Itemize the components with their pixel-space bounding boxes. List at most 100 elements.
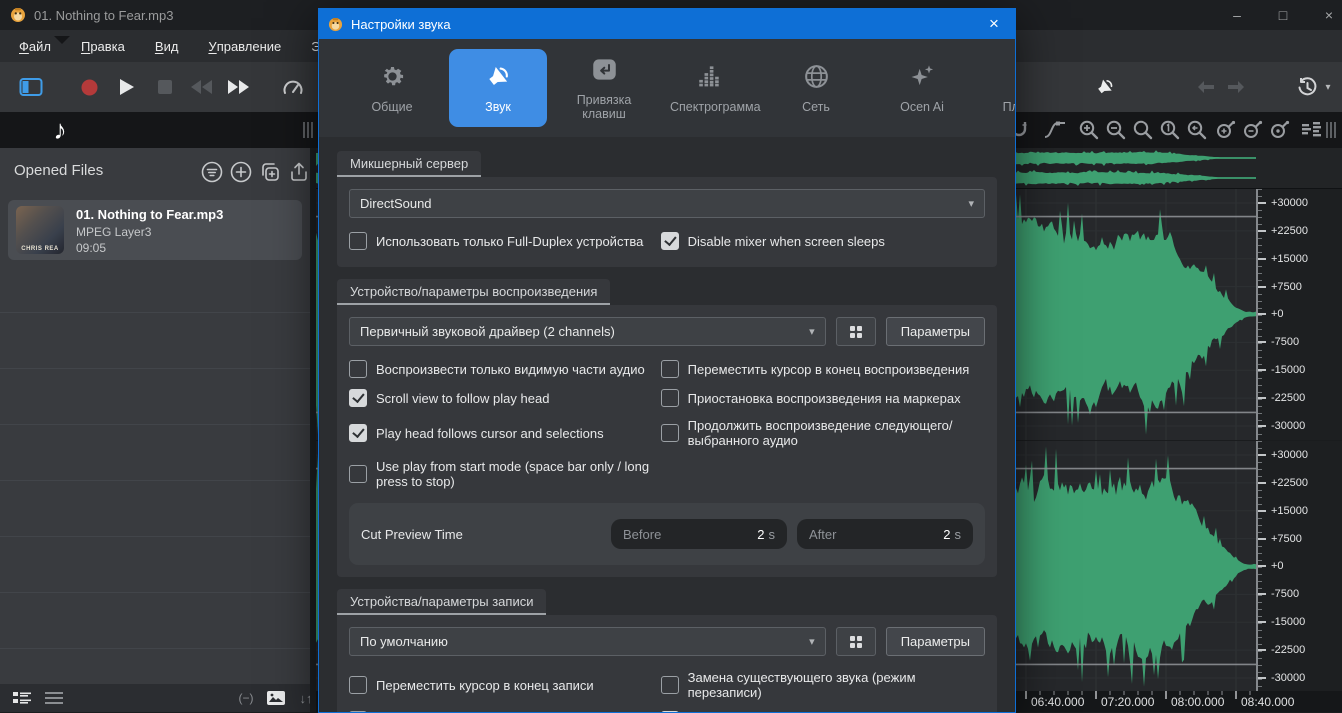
active-tab-pointer: [54, 36, 70, 44]
history-caret-icon[interactable]: ▾: [1320, 62, 1336, 112]
zoom-out-icon[interactable]: [1103, 117, 1129, 143]
opened-files-panel: Opened Files CHRIS REA 01. Nothing to Fe…: [0, 148, 310, 712]
checkbox-disable-mixer-sleep[interactable]: Disable mixer when screen sleeps: [661, 232, 985, 250]
app-icon: [10, 7, 26, 23]
toolbar-grip[interactable]: [303, 122, 315, 138]
play-button[interactable]: [112, 62, 142, 112]
export-icon[interactable]: [287, 160, 311, 184]
amplitude-tick: -7500: [1258, 337, 1342, 347]
maximize-button[interactable]: □: [1260, 0, 1306, 30]
level-meters-icon[interactable]: [1298, 117, 1324, 143]
file-list-rows: [0, 312, 310, 653]
checkbox-cursor-to-end-playback[interactable]: Переместить курсор в конец воспроизведен…: [661, 360, 985, 378]
add-file-icon[interactable]: [229, 160, 253, 184]
envelope-tool-icon[interactable]: [1042, 117, 1068, 143]
checkbox-full-duplex[interactable]: Использовать только Full-Duplex устройст…: [349, 232, 661, 250]
cut-preview-before-field[interactable]: Before 2 s: [611, 519, 787, 549]
amplitude-tick: +22500: [1258, 478, 1342, 488]
vertical-zoom-reset-icon[interactable]: [1267, 117, 1293, 143]
recording-params-button[interactable]: Параметры: [886, 627, 985, 656]
menu-control[interactable]: Управление: [193, 30, 296, 62]
sound-icon: [483, 62, 513, 92]
loop-selection-icon[interactable]: (−): [236, 688, 256, 708]
grid-icon: [850, 636, 862, 648]
zoom-in-icon[interactable]: [1076, 117, 1102, 143]
checkbox-pause-on-markers[interactable]: Приостановка воспроизведения на маркерах: [661, 389, 985, 407]
tab-network[interactable]: Сеть: [767, 49, 865, 127]
checkbox-replace-existing-audio[interactable]: Замена существующего звука (режим переза…: [661, 670, 985, 700]
dialog-app-icon: [328, 17, 343, 32]
zoom-previous-icon[interactable]: [1184, 117, 1210, 143]
section-playback: Устройство/параметры воспроизведения Пер…: [337, 279, 997, 577]
recording-device-dropdown[interactable]: По умолчанию ▾: [349, 627, 826, 656]
playback-device-grid-button[interactable]: [836, 317, 876, 346]
menu-view[interactable]: Вид: [140, 30, 194, 62]
redo-icon[interactable]: [1223, 62, 1249, 112]
amplitude-ruler-right[interactable]: +30000+22500+15000+7500+0-7500-15000-225…: [1256, 441, 1342, 692]
stop-button[interactable]: [150, 62, 180, 112]
tab-sound[interactable]: Звук: [449, 49, 547, 127]
amplitude-tick: +30000: [1258, 450, 1342, 460]
record-button[interactable]: [74, 62, 104, 112]
zoom-selection-icon[interactable]: [1130, 117, 1156, 143]
toolbar-grip-right[interactable]: [1326, 122, 1338, 138]
audio-tab[interactable]: ♪: [28, 112, 92, 148]
checkbox-playhead-follows-cursor[interactable]: Play head follows cursor and selections: [349, 418, 661, 448]
section-title: Устройство/параметры воспроизведения: [337, 279, 610, 305]
cut-preview-after-field[interactable]: After 2 s: [797, 519, 973, 549]
amplitude-tick: +0: [1258, 309, 1342, 319]
sparkles-icon: [908, 62, 936, 92]
tab-spectrogram[interactable]: Спектрограмма: [661, 49, 759, 127]
checkbox-cursor-to-end-recording[interactable]: Переместить курсор в конец записи: [349, 670, 661, 700]
list-detailed-icon[interactable]: [12, 688, 32, 708]
vertical-zoom-out-icon[interactable]: [1240, 117, 1266, 143]
amplitude-ruler-left[interactable]: +30000+22500+15000+7500+0-7500-15000-225…: [1256, 189, 1342, 440]
minimize-button[interactable]: –: [1214, 0, 1260, 30]
close-button[interactable]: ×: [1306, 0, 1342, 30]
checkbox-scroll-follow-playhead[interactable]: Scroll view to follow play head: [349, 389, 661, 407]
recording-device-grid-button[interactable]: [836, 627, 876, 656]
chevron-down-icon: ▾: [809, 325, 815, 338]
undo-icon[interactable]: [1193, 62, 1219, 112]
menu-edit[interactable]: Правка: [66, 30, 140, 62]
sound-device-icon[interactable]: [1090, 62, 1120, 112]
sound-settings-dialog: Настройки звука × Общие Звук Привязка: [318, 8, 1016, 713]
puzzle-icon: [1015, 62, 1017, 92]
checkbox-play-from-start-mode[interactable]: Use play from start mode (space bar only…: [349, 459, 661, 489]
dialog-close-button[interactable]: ×: [973, 9, 1015, 39]
dialog-title: Настройки звука: [351, 17, 451, 32]
tab-ocen-ai[interactable]: Ocen Ai: [873, 49, 971, 127]
duplicate-icon[interactable]: [258, 160, 282, 184]
sidebar-status-bar: (−) ↓↑: [0, 684, 310, 712]
fast-forward-button[interactable]: [222, 62, 256, 112]
previous-button[interactable]: [185, 62, 219, 112]
mixer-server-dropdown[interactable]: DirectSound ▾: [349, 189, 985, 218]
tab-plugins[interactable]: Плагины: [979, 49, 1016, 127]
zoom-one-icon[interactable]: [1157, 117, 1183, 143]
checkbox-play-visible-only[interactable]: Воспроизвести только видимую части аудио: [349, 360, 661, 378]
history-icon[interactable]: [1294, 62, 1320, 112]
opened-files-title: Opened Files: [14, 162, 103, 179]
show-art-icon[interactable]: [266, 688, 286, 708]
amplitude-tick: +15000: [1258, 254, 1342, 264]
amplitude-tick: -22500: [1258, 645, 1342, 655]
dialog-title-bar: Настройки звука ×: [319, 9, 1015, 39]
playback-speed-icon[interactable]: [278, 62, 308, 112]
spectrogram-icon: [697, 62, 724, 92]
list-compact-icon[interactable]: [44, 688, 64, 708]
amplitude-tick: -22500: [1258, 393, 1342, 403]
checkbox-continue-next-audio[interactable]: Продолжить воспроизведение следующего/вы…: [661, 418, 985, 448]
menu-file[interactable]: Файл: [4, 30, 66, 62]
settings-body: Микшерный сервер DirectSound ▾ Использов…: [319, 137, 1015, 713]
file-list-item[interactable]: CHRIS REA 01. Nothing to Fear.mp3 MPEG L…: [8, 200, 302, 260]
playback-device-dropdown[interactable]: Первичный звуковой драйвер (2 channels) …: [349, 317, 826, 346]
playback-params-button[interactable]: Параметры: [886, 317, 985, 346]
editor-panel-toggle-icon[interactable]: [16, 62, 46, 112]
vertical-zoom-in-icon[interactable]: [1213, 117, 1239, 143]
amplitude-tick: +22500: [1258, 226, 1342, 236]
filter-icon[interactable]: [200, 160, 224, 184]
album-art: CHRIS REA: [16, 206, 64, 254]
globe-icon: [803, 62, 830, 92]
tab-key-bindings[interactable]: Привязка клавиш: [555, 49, 653, 127]
tab-general[interactable]: Общие: [343, 49, 441, 127]
